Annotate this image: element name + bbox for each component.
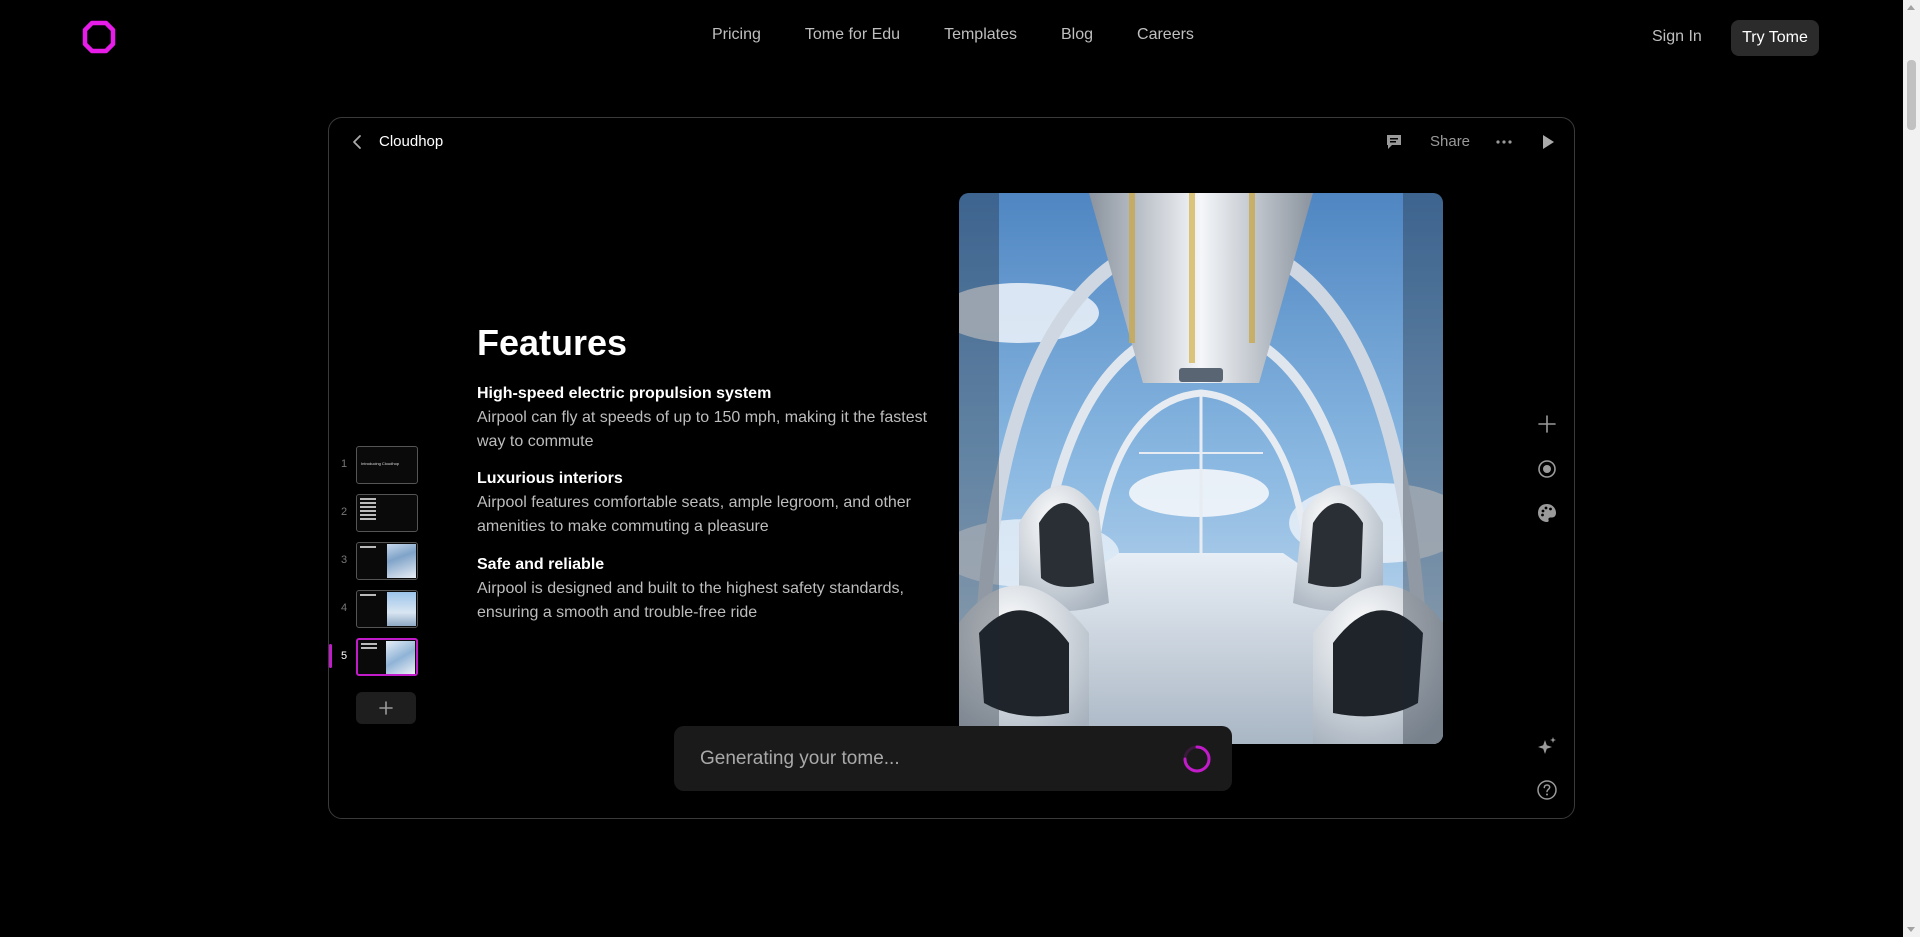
scroll-down-icon[interactable] xyxy=(1907,927,1915,932)
share-button[interactable]: Share xyxy=(1430,133,1470,150)
thumbnail-number: 5 xyxy=(340,650,348,662)
thumbnail-text-lines xyxy=(361,643,377,651)
nav-links: Pricing Tome for Edu Templates Blog Care… xyxy=(712,26,1238,44)
thumbnail-text-lines xyxy=(360,498,376,522)
sign-in-link[interactable]: Sign In xyxy=(1652,28,1702,46)
thumbnail-slide-4[interactable]: 4 xyxy=(329,590,419,628)
loading-spinner-icon xyxy=(1183,745,1211,773)
nav-link-templates[interactable]: Templates xyxy=(944,26,1017,44)
generating-status-text: Generating your tome... xyxy=(700,748,900,769)
feature-description: Airpool features comfortable seats, ampl… xyxy=(477,494,912,535)
nav-link-tome-for-edu[interactable]: Tome for Edu xyxy=(805,26,900,44)
plus-icon xyxy=(379,701,393,715)
thumbnail-slide-1[interactable]: 1 Introducing Cloudhop xyxy=(329,446,419,484)
record-icon[interactable] xyxy=(1536,458,1558,480)
thumbnail-number: 1 xyxy=(340,458,348,470)
nav-link-careers[interactable]: Careers xyxy=(1137,26,1194,44)
sparkle-icon[interactable] xyxy=(1536,735,1558,757)
play-icon[interactable] xyxy=(1539,132,1557,152)
more-icon[interactable] xyxy=(1494,132,1514,152)
feature-item: Luxurious interiors Airpool features com… xyxy=(477,467,937,539)
feature-title: Safe and reliable xyxy=(477,556,605,573)
thumbnail-slide-5[interactable]: 5 xyxy=(329,638,419,676)
thumbnail-text: Introducing Cloudhop xyxy=(361,461,400,466)
thumbnail-number: 2 xyxy=(340,506,348,518)
help-icon[interactable] xyxy=(1536,779,1558,801)
editor-frame: Cloudhop Share 1 Introducing Cloudhop 2 xyxy=(328,117,1575,819)
comment-icon[interactable] xyxy=(1384,132,1404,152)
editor-topbar: Cloudhop Share xyxy=(329,118,1574,166)
thumbnail-card xyxy=(356,638,418,676)
thumbnail-text-lines xyxy=(360,594,376,598)
back-icon[interactable] xyxy=(349,132,365,152)
try-tome-button[interactable]: Try Tome xyxy=(1731,20,1819,56)
nav-link-blog[interactable]: Blog xyxy=(1061,26,1093,44)
add-icon[interactable] xyxy=(1536,413,1558,435)
scroll-thumb[interactable] xyxy=(1907,60,1916,130)
feature-item: High-speed electric propulsion system Ai… xyxy=(477,382,937,454)
active-slide-indicator xyxy=(329,644,332,668)
thumbnail-image xyxy=(386,641,415,674)
thumbnail-image xyxy=(387,592,416,626)
thumbnail-text-lines xyxy=(360,546,376,550)
tome-logo-icon[interactable] xyxy=(82,20,116,54)
thumbnail-image xyxy=(387,544,416,578)
doc-title: Cloudhop xyxy=(379,133,444,150)
palette-icon[interactable] xyxy=(1536,502,1558,524)
slide-title: Features xyxy=(477,322,628,363)
thumbnail-card xyxy=(356,494,418,532)
thumbnail-card: Introducing Cloudhop xyxy=(356,446,418,484)
thumbnail-card xyxy=(356,590,418,628)
feature-item: Safe and reliable Airpool is designed an… xyxy=(477,553,937,625)
scroll-up-icon[interactable] xyxy=(1907,5,1915,10)
nav-link-pricing[interactable]: Pricing xyxy=(712,26,761,44)
page-scrollbar[interactable] xyxy=(1903,0,1920,937)
add-slide-button[interactable] xyxy=(356,692,416,724)
thumbnail-number: 4 xyxy=(340,602,348,614)
feature-title: High-speed electric propulsion system xyxy=(477,385,772,402)
top-nav: Pricing Tome for Edu Templates Blog Care… xyxy=(0,0,1900,76)
thumbnail-card xyxy=(356,542,418,580)
slide-image[interactable] xyxy=(959,193,1443,744)
feature-description: Airpool can fly at speeds of up to 150 m… xyxy=(477,409,928,450)
generating-status-bar: Generating your tome... xyxy=(674,726,1232,791)
feature-description: Airpool is designed and built to the hig… xyxy=(477,580,904,621)
thumbnail-slide-3[interactable]: 3 xyxy=(329,542,419,580)
thumbnail-number: 3 xyxy=(340,554,348,566)
thumbnail-slide-2[interactable]: 2 xyxy=(329,494,419,532)
feature-title: Luxurious interiors xyxy=(477,470,623,487)
